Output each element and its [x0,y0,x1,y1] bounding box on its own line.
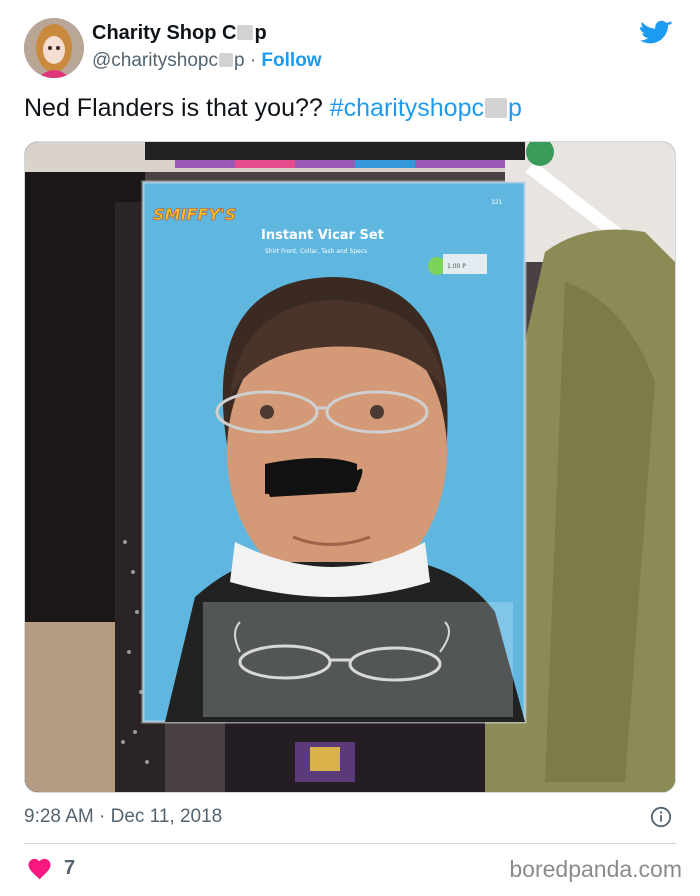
handle-row: @charityshopc p · Follow [92,50,322,72]
heart-icon[interactable] [28,858,52,880]
censor-block [484,98,507,118]
censor-block [218,53,233,67]
author-name-end: p [254,22,267,44]
package-code: 321 [491,199,503,206]
divider [24,843,676,844]
like-count: 7 [64,857,76,879]
separator: · [249,50,257,71]
price-tag: 1.00 P [447,263,466,270]
tweet-photo[interactable]: SMIFFY'S Instant Vicar Set Shirt Front, … [24,141,676,793]
hashtag-link[interactable]: #charityshopc p [330,94,522,122]
twitter-bird-icon[interactable] [640,20,672,48]
author-name-start: Charity Shop C [92,22,237,44]
follow-button[interactable]: Follow [261,50,321,71]
tweet-text-body: Ned Flanders is that you?? [24,94,330,122]
watermark: boredpanda.com [509,856,682,882]
info-icon[interactable] [650,806,672,828]
avatar[interactable] [24,18,84,78]
handle-start[interactable]: @charityshopc [92,50,218,71]
timestamp[interactable]: 9:28 AM · Dec 11, 2018 [24,806,222,828]
product-subtitle: Shirt Front, Collar, Tash and Specs [265,248,367,255]
tweet-date: Dec 11, 2018 [110,806,223,827]
censor-block [237,25,254,40]
handle-end[interactable]: p [234,50,245,71]
tweet-time: 9:28 AM [24,806,94,827]
author-name[interactable]: Charity Shop C p [92,22,267,45]
separator: · [99,806,106,827]
hashtag-start: #charityshopc [329,94,484,122]
tweet-text: Ned Flanders is that you?? #charityshopc… [24,94,522,123]
brand-logo-text: SMIFFY'S [153,205,236,224]
tweet-card: Charity Shop Cp @charityshopc p · Follow … [0,0,700,896]
hashtag-end: p [507,94,522,122]
product-title: Instant Vicar Set [261,228,384,243]
